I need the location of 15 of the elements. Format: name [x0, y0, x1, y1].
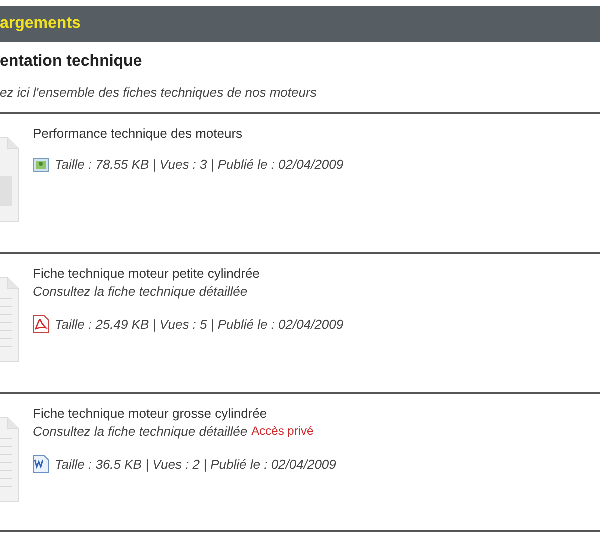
access-label: Accès privé: [252, 424, 314, 439]
section-title: entation technique: [0, 53, 144, 71]
document-summary: Consultez la fiche technique détaillée: [33, 284, 248, 299]
image-file-icon: [33, 158, 49, 172]
document-title[interactable]: Performance technique des moteurs: [33, 126, 344, 141]
word-file-icon: [33, 455, 49, 473]
document-title[interactable]: Fiche technique moteur petite cylindrée: [33, 266, 344, 281]
document-summary: Consultez la fiche technique détaillée: [33, 424, 248, 439]
pdf-file-icon: [33, 315, 49, 333]
document-meta: Taille : 25.49 KB | Vues : 5 | Publié le : 02/04/2009: [55, 316, 344, 332]
document-meta: Taille : 78.55 KB | Vues : 3 | Publié le : 02/04/2009: [55, 157, 344, 172]
document-meta: Taille : 36.5 KB | Vues : 2 | Publié le : 02/04/2009: [55, 456, 336, 472]
header-title: argements: [0, 15, 81, 33]
section-description: ez ici l'ensemble des fiches techniques de nos moteurs: [0, 85, 318, 100]
document-title[interactable]: Fiche technique moteur grosse cylindrée: [33, 406, 336, 421]
